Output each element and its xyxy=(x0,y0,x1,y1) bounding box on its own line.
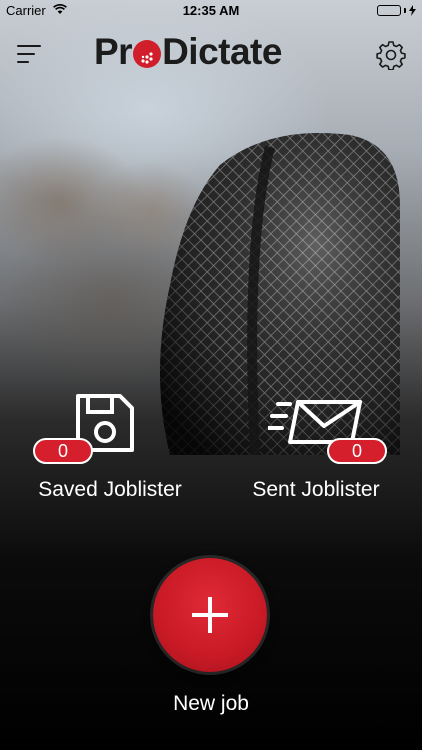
status-time: 12:35 AM xyxy=(182,3,240,18)
app-logo: Pr Dictate xyxy=(94,30,282,74)
new-job-label: New job xyxy=(173,692,249,715)
new-job-button[interactable] xyxy=(153,558,267,672)
gear-icon[interactable] xyxy=(376,40,406,70)
logo-dot-icon xyxy=(133,40,162,68)
hamburger-menu-icon[interactable] xyxy=(17,44,41,64)
saved-count-badge: 0 xyxy=(33,438,93,464)
saved-joblister-button[interactable]: 0 Saved Joblister xyxy=(20,392,200,510)
battery-icon xyxy=(377,5,416,16)
sent-joblister-label: Sent Joblister xyxy=(252,478,380,501)
logo-text-right: Dictate xyxy=(162,31,282,72)
sent-joblister-button[interactable]: 0 Sent Joblister xyxy=(226,392,406,510)
logo-text-left: Pr xyxy=(94,31,133,72)
sent-count-badge: 0 xyxy=(327,438,387,464)
charging-bolt-icon xyxy=(409,5,416,16)
saved-joblister-label: Saved Joblister xyxy=(38,478,182,501)
status-bar: Carrier 12:35 AM xyxy=(0,0,422,22)
